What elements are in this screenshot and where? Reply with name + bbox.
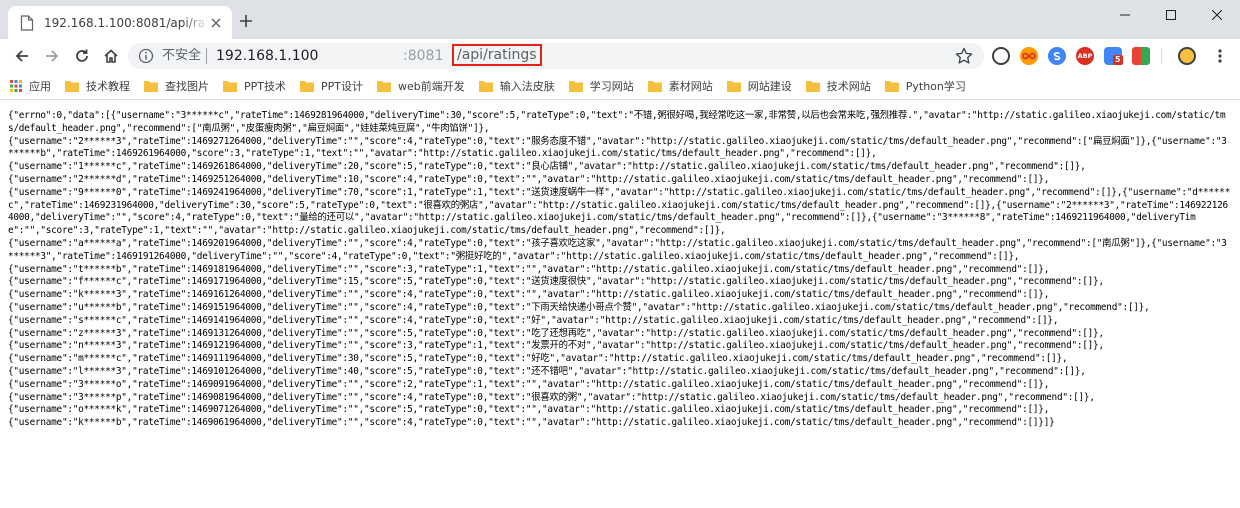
bookmark-folder[interactable]: 素材网站 [647, 75, 713, 97]
google-extension-icon[interactable]: 5 [1104, 47, 1123, 65]
arrow-right-icon [46, 50, 59, 62]
folder-icon [568, 81, 583, 92]
skype-extension-icon[interactable] [1048, 47, 1066, 65]
bookmark-folder[interactable]: web前端开发 [377, 75, 465, 97]
url-host[interactable]: 192.168.1.100 [216, 47, 318, 65]
bookmark-label: web前端开发 [398, 80, 465, 93]
home-button[interactable] [99, 44, 123, 68]
bookmark-label: Python学习 [905, 80, 966, 93]
bookmark-folder[interactable]: 查找图片 [144, 75, 209, 97]
bookmark-apps[interactable]: 应用 [10, 75, 51, 97]
bookmark-label: 技术教程 [86, 80, 130, 93]
bookmark-folder[interactable]: 学习网站 [568, 75, 634, 97]
arrow-left-icon [15, 50, 28, 62]
bookmark-label: 查找图片 [165, 80, 209, 93]
tab-close-button[interactable] [208, 15, 224, 31]
profile-avatar[interactable] [1178, 47, 1196, 65]
page-icon [20, 14, 34, 31]
folder-icon [65, 81, 79, 92]
bookmark-label: 应用 [29, 80, 51, 93]
bookmark-folder[interactable]: 网站建设 [726, 75, 792, 97]
window-close-button[interactable] [1194, 0, 1240, 30]
window-close-icon [1212, 10, 1222, 20]
folder-icon [377, 81, 391, 92]
folder-icon [478, 81, 493, 92]
url-port[interactable]: :8081 [403, 47, 443, 65]
forward-button[interactable] [40, 44, 64, 68]
bookmark-folder[interactable]: 技术教程 [65, 75, 130, 97]
apps-grid-icon [10, 80, 22, 92]
folder-icon [884, 81, 899, 92]
bookmark-folder[interactable]: PPT设计 [300, 75, 363, 97]
minimize-icon [1120, 14, 1130, 16]
bookmark-label: 技术网站 [826, 80, 871, 93]
infinity-extension-icon[interactable] [1020, 47, 1038, 65]
bookmark-label: 素材网站 [668, 80, 713, 93]
bookmark-folder[interactable]: PPT技术 [223, 75, 286, 97]
maximize-button[interactable] [1148, 0, 1194, 30]
bookmark-folder[interactable]: 输入法皮肤 [478, 75, 555, 97]
url-path-highlight[interactable]: /api/ratings [452, 44, 542, 66]
infinity-icon [1022, 52, 1036, 60]
translate-extension-icon[interactable] [1132, 47, 1150, 65]
reload-button[interactable] [70, 44, 94, 68]
json-response-body: {"errno":0,"data":[{"username":"3******c… [8, 110, 1230, 429]
bookmark-folder[interactable]: Python学习 [884, 75, 966, 97]
bookmark-label: PPT技术 [244, 80, 286, 93]
menu-button[interactable] [1208, 44, 1232, 68]
maximize-icon [1166, 10, 1176, 20]
new-tab-button[interactable] [238, 13, 254, 29]
close-icon [211, 18, 221, 27]
folder-icon [805, 81, 820, 92]
bookmark-label: 输入法皮肤 [499, 80, 555, 93]
bookmark-folder[interactable]: 技术网站 [805, 75, 871, 97]
tab-title: 192.168.1.100:8081/api/ratings [44, 15, 208, 30]
reload-icon [76, 49, 88, 62]
adblock-extension-icon[interactable]: ABP [1076, 47, 1094, 65]
tab-ratings[interactable]: 192.168.1.100:8081/api/ratings [8, 6, 232, 39]
title-bar: 192.168.1.100:8081/api/ratings [0, 0, 1240, 39]
folder-icon [726, 81, 741, 92]
folder-icon [647, 81, 662, 92]
toolbar-divider [1161, 48, 1162, 64]
s-icon [1053, 52, 1061, 61]
bookmark-star-icon[interactable] [954, 46, 974, 66]
bookmarks-bar: 应用 技术教程 查找图片 PPT技术 PPT设计 web前端开发 输入法皮肤 学… [0, 73, 1240, 100]
kebab-menu-icon [1218, 49, 1222, 63]
back-button[interactable] [10, 44, 34, 68]
folder-icon [144, 81, 158, 92]
toolbar: 不安全 192.168.1.100 :8081 /api/ratings ABP… [0, 39, 1240, 73]
opera-extension-icon[interactable] [992, 47, 1010, 65]
extension-badge: 5 [1113, 55, 1123, 65]
bookmark-label: 学习网站 [589, 80, 634, 93]
folder-icon [223, 81, 237, 92]
address-bar[interactable]: 不安全 192.168.1.100 :8081 /api/ratings [128, 43, 984, 69]
home-icon [104, 49, 118, 63]
minimize-button[interactable] [1102, 0, 1148, 30]
security-status[interactable]: 不安全 [162, 48, 201, 64]
bookmark-label: 网站建设 [747, 80, 792, 93]
info-icon[interactable] [138, 48, 154, 64]
omnibox-divider [206, 48, 207, 64]
folder-icon [300, 81, 314, 92]
bookmark-label: PPT设计 [321, 80, 363, 93]
